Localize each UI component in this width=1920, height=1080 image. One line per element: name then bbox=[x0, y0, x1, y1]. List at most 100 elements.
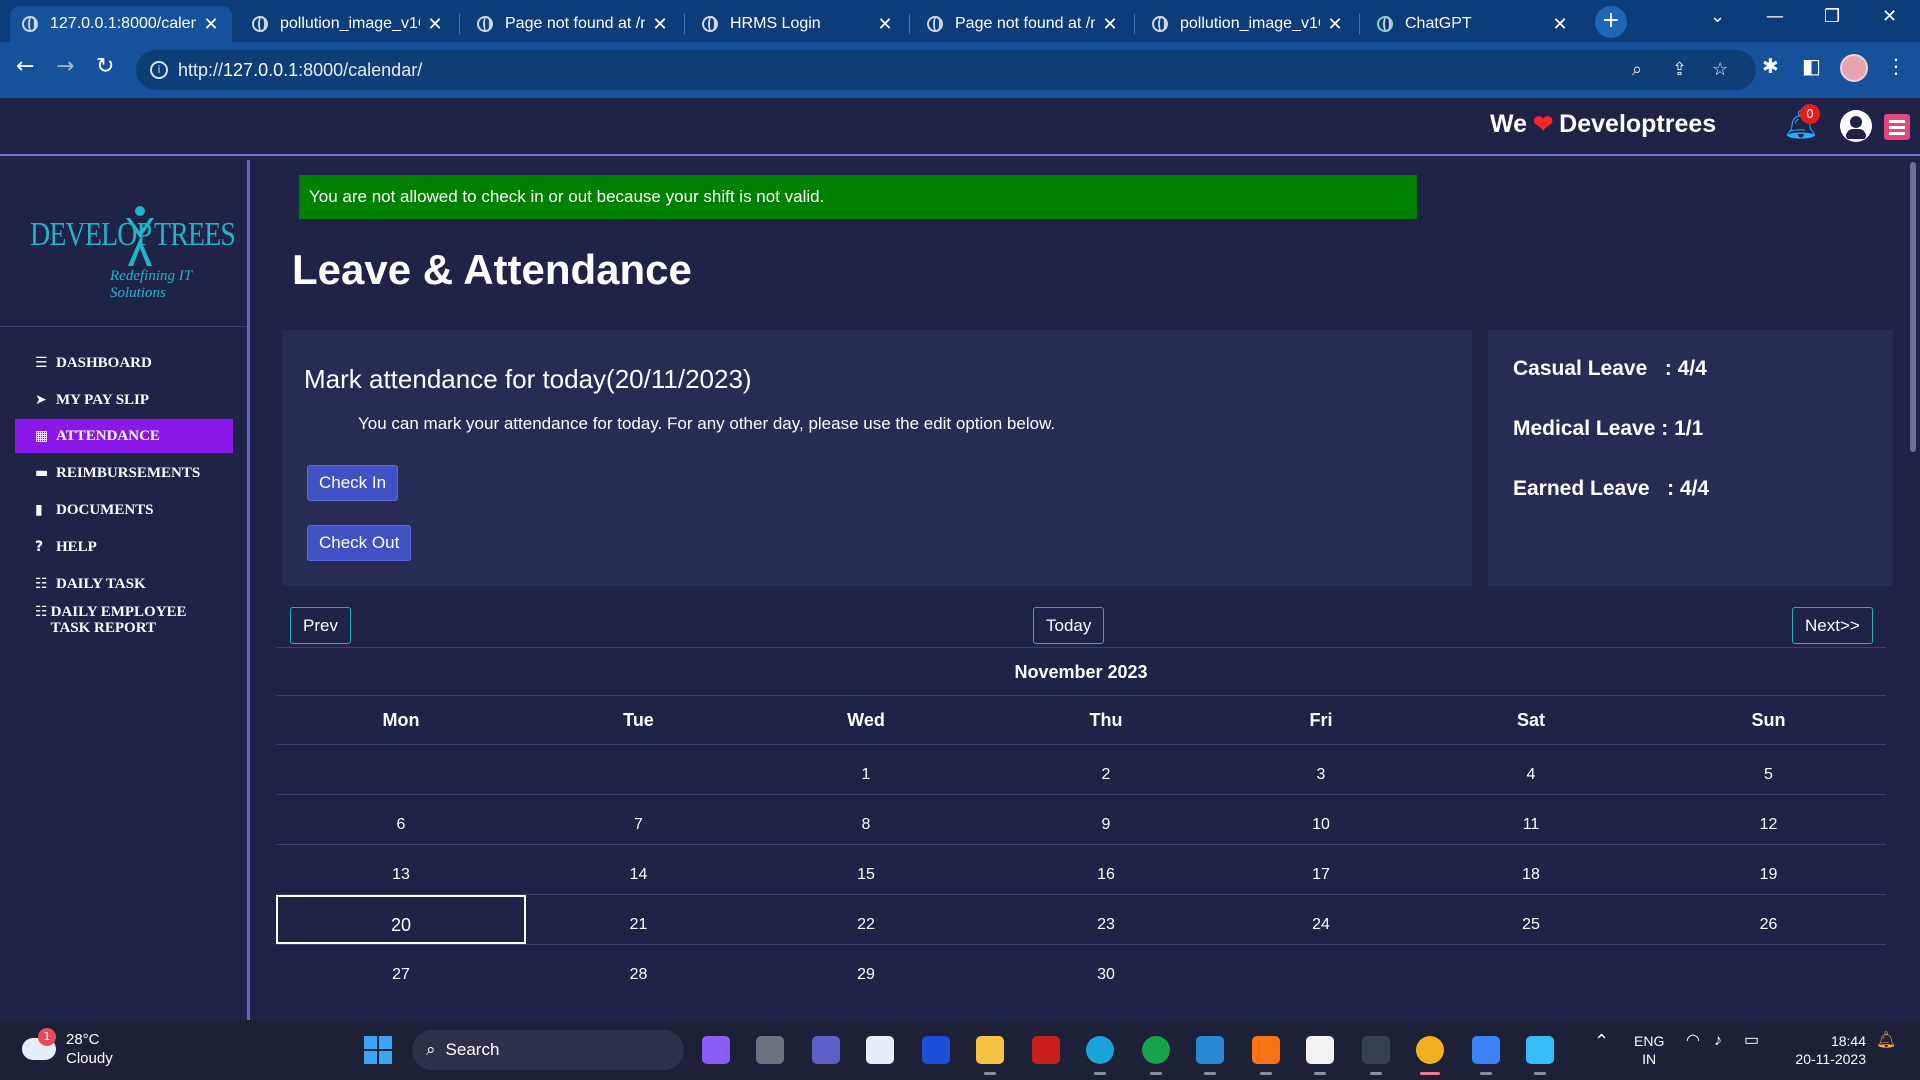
hamburger-menu-icon[interactable] bbox=[1884, 114, 1910, 140]
new-tab-button[interactable]: + bbox=[1595, 6, 1627, 38]
language-indicator[interactable]: ENG IN bbox=[1634, 1032, 1664, 1068]
tab-hrms-login[interactable]: HRMS Login ✕ bbox=[690, 6, 906, 42]
calendar-day[interactable]: 4 bbox=[1411, 745, 1651, 794]
tab-calendar[interactable]: 127.0.0.1:8000/calend ✕ bbox=[10, 6, 232, 42]
calendar-day[interactable]: 9 bbox=[981, 795, 1231, 844]
chrome-icon[interactable] bbox=[1416, 1036, 1444, 1064]
restore-icon[interactable]: ❐ bbox=[1824, 6, 1840, 27]
calendar-day[interactable]: 24 bbox=[1231, 895, 1411, 944]
notification-bell-icon[interactable]: 🔔︎ bbox=[1876, 1032, 1896, 1050]
sidebar-item-my-pay-slip[interactable]: ➤ MY PAY SLIP bbox=[15, 383, 233, 417]
calendar-day[interactable]: 19 bbox=[1651, 845, 1886, 894]
notepad-icon[interactable] bbox=[1526, 1036, 1554, 1064]
calendar-day[interactable]: 14 bbox=[526, 845, 751, 894]
tab-page-not-found-2[interactable]: Page not found at /m ✕ bbox=[915, 6, 1131, 42]
calendar-day[interactable]: 2 bbox=[981, 745, 1231, 794]
calendar-day[interactable]: 22 bbox=[751, 895, 981, 944]
taskbar-search[interactable]: ⌕ Search bbox=[412, 1030, 684, 1070]
close-tab-icon[interactable]: ✕ bbox=[1551, 14, 1569, 35]
check-in-button[interactable]: Check In bbox=[307, 465, 399, 501]
calendar-day[interactable]: 18 bbox=[1411, 845, 1651, 894]
close-tab-icon[interactable]: ✕ bbox=[1101, 14, 1119, 35]
calendar-day[interactable]: 12 bbox=[1651, 795, 1886, 844]
clock[interactable]: 18:44 20-11-2023 bbox=[1786, 1032, 1866, 1068]
browser-menu-icon[interactable]: ⋮ bbox=[1886, 54, 1906, 78]
close-tab-icon[interactable]: ✕ bbox=[1326, 14, 1344, 35]
weather-widget[interactable]: 1 28°C Cloudy bbox=[22, 1028, 113, 1068]
tab-chatgpt[interactable]: ChatGPT ✕ bbox=[1365, 6, 1581, 42]
today-button[interactable]: Today bbox=[1033, 607, 1105, 644]
calendar-day[interactable]: 11 bbox=[1411, 795, 1651, 844]
share-icon[interactable]: ⇪ bbox=[1672, 59, 1687, 80]
sidebar-item-documents[interactable]: ▮ DOCUMENTS bbox=[15, 493, 233, 527]
bookmark-star-icon[interactable]: ☆ bbox=[1712, 59, 1728, 80]
close-tab-icon[interactable]: ✕ bbox=[202, 14, 220, 35]
address-bar[interactable]: i http://127.0.0.1:8000/calendar/ ⌕ ⇪ ☆ bbox=[136, 50, 1756, 90]
calendar-day[interactable]: 7 bbox=[526, 795, 751, 844]
check-out-button[interactable]: Check Out bbox=[307, 525, 412, 561]
calendar-day[interactable]: 6 bbox=[276, 795, 526, 844]
calendar-day[interactable]: 17 bbox=[1231, 845, 1411, 894]
calendar-day[interactable]: 8 bbox=[751, 795, 981, 844]
edge-icon[interactable] bbox=[1086, 1036, 1114, 1064]
next-month-button[interactable]: Next>> bbox=[1792, 607, 1873, 644]
minimize-icon[interactable]: — bbox=[1766, 6, 1784, 27]
vscode-icon[interactable] bbox=[1196, 1036, 1224, 1064]
calendar-day[interactable]: 13 bbox=[276, 845, 526, 894]
calendar-day[interactable]: 29 bbox=[751, 945, 981, 994]
calendar-day[interactable]: 30 bbox=[981, 945, 1231, 994]
tab-page-not-found-1[interactable]: Page not found at /m ✕ bbox=[465, 6, 681, 42]
photos-icon[interactable] bbox=[1472, 1036, 1500, 1064]
calendar-day[interactable]: 26 bbox=[1651, 895, 1886, 944]
tray-chevron-up-icon[interactable]: ⌃ bbox=[1594, 1032, 1609, 1050]
prev-month-button[interactable]: Prev bbox=[290, 607, 351, 644]
calendar-day[interactable]: 1 bbox=[751, 745, 981, 794]
sidebar-item-help[interactable]: ? HELP bbox=[15, 530, 233, 564]
calendar-day[interactable]: 28 bbox=[526, 945, 751, 994]
forward-arrow-icon[interactable]: → bbox=[56, 54, 74, 79]
calendar-day[interactable]: 21 bbox=[526, 895, 751, 944]
page-scrollbar[interactable] bbox=[1908, 160, 1918, 1020]
sidebar-item-daily-task[interactable]: ☷ DAILY TASK bbox=[15, 567, 233, 601]
battery-icon[interactable]: ▭ bbox=[1744, 1032, 1759, 1050]
calendar-day[interactable]: 15 bbox=[751, 845, 981, 894]
file-explorer-icon[interactable] bbox=[976, 1036, 1004, 1064]
zoom-icon[interactable]: ⌕ bbox=[1632, 59, 1642, 80]
calendar-day-today[interactable]: 20 bbox=[276, 895, 526, 944]
tab-pollution-image-2[interactable]: pollution_image_v1C ✕ bbox=[1140, 6, 1356, 42]
close-tab-icon[interactable]: ✕ bbox=[651, 14, 669, 35]
sidebar-item-reimbursements[interactable]: ▬ REIMBURSEMENTS bbox=[15, 456, 233, 490]
xbox-icon[interactable] bbox=[1142, 1036, 1170, 1064]
close-tab-icon[interactable]: ✕ bbox=[876, 14, 894, 35]
l-app-icon[interactable] bbox=[922, 1036, 950, 1064]
notepad-plus-icon[interactable] bbox=[1306, 1036, 1334, 1064]
calendar-day[interactable]: 16 bbox=[981, 845, 1231, 894]
sidebar-item-attendance[interactable]: ▦ ATTENDANCE bbox=[15, 419, 233, 453]
sidebar-item-daily-employee-task-report[interactable]: ☷ DAILY EMPLOYEE TASK REPORT bbox=[15, 600, 215, 640]
calendar-day[interactable]: 25 bbox=[1411, 895, 1651, 944]
tab-pollution-image-1[interactable]: pollution_image_v1C ✕ bbox=[240, 6, 456, 42]
close-tab-icon[interactable]: ✕ bbox=[426, 14, 444, 35]
volume-icon[interactable]: ♪ bbox=[1714, 1032, 1722, 1050]
profile-avatar[interactable] bbox=[1840, 54, 1868, 82]
windows-start-icon[interactable] bbox=[364, 1036, 392, 1064]
mcafee-icon[interactable] bbox=[1032, 1036, 1060, 1064]
xampp-icon[interactable] bbox=[1252, 1036, 1280, 1064]
terminal-icon[interactable] bbox=[1362, 1036, 1390, 1064]
close-window-icon[interactable]: ✕ bbox=[1882, 6, 1897, 27]
scrollbar-thumb[interactable] bbox=[1910, 162, 1916, 452]
microsoft-store-icon[interactable] bbox=[866, 1036, 894, 1064]
copilot-icon[interactable] bbox=[702, 1036, 730, 1064]
calendar-day[interactable]: 10 bbox=[1231, 795, 1411, 844]
calendar-day[interactable]: 23 bbox=[981, 895, 1231, 944]
task-view-icon[interactable] bbox=[756, 1036, 784, 1064]
teams-icon[interactable] bbox=[812, 1036, 840, 1064]
side-panel-icon[interactable]: ◧ bbox=[1802, 54, 1821, 78]
site-info-icon[interactable]: i bbox=[150, 61, 168, 79]
calendar-day[interactable]: 3 bbox=[1231, 745, 1411, 794]
sidebar-item-dashboard[interactable]: ☰ DASHBOARD bbox=[15, 346, 233, 380]
tab-search-chevron-icon[interactable]: ⌄ bbox=[1710, 6, 1725, 27]
user-circle-icon[interactable] bbox=[1840, 110, 1872, 142]
calendar-day[interactable]: 5 bbox=[1651, 745, 1886, 794]
url-text[interactable]: http://127.0.0.1:8000/calendar/ bbox=[178, 60, 422, 81]
